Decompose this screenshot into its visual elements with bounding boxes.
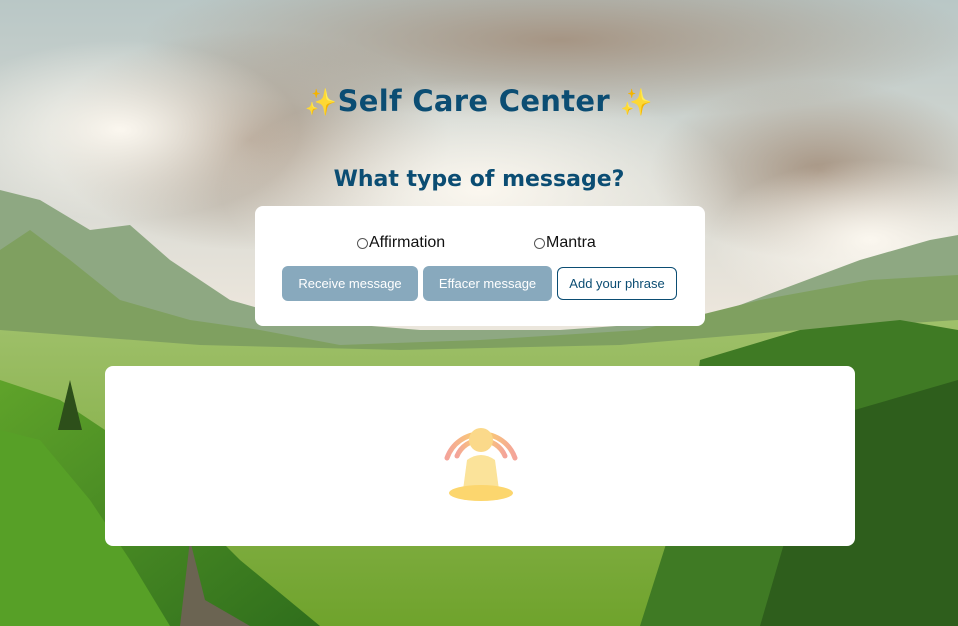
sparkle-right-icon: ✨ — [620, 88, 654, 118]
add-phrase-button[interactable]: Add your phrase — [557, 267, 677, 300]
affirmation-option[interactable]: Affirmation — [357, 234, 445, 252]
title-text: Self Care Center — [337, 84, 610, 118]
message-type-question: What type of message? — [333, 167, 625, 192]
message-form-card: Affirmation Mantra Receive message Effac… — [255, 206, 705, 326]
mantra-label: Mantra — [546, 234, 596, 251]
sparkle-left-icon: ✨ — [304, 88, 338, 118]
page-title: ✨Self Care Center ✨ — [0, 84, 958, 118]
affirmation-label: Affirmation — [369, 234, 446, 251]
message-display-card — [105, 366, 855, 546]
mantra-option[interactable]: Mantra — [534, 234, 596, 252]
effacer-message-button[interactable]: Effacer message — [423, 266, 552, 301]
meditation-icon — [444, 428, 518, 501]
mantra-radio[interactable] — [534, 237, 545, 249]
affirmation-radio[interactable] — [357, 237, 368, 249]
receive-message-button[interactable]: Receive message — [282, 266, 418, 301]
